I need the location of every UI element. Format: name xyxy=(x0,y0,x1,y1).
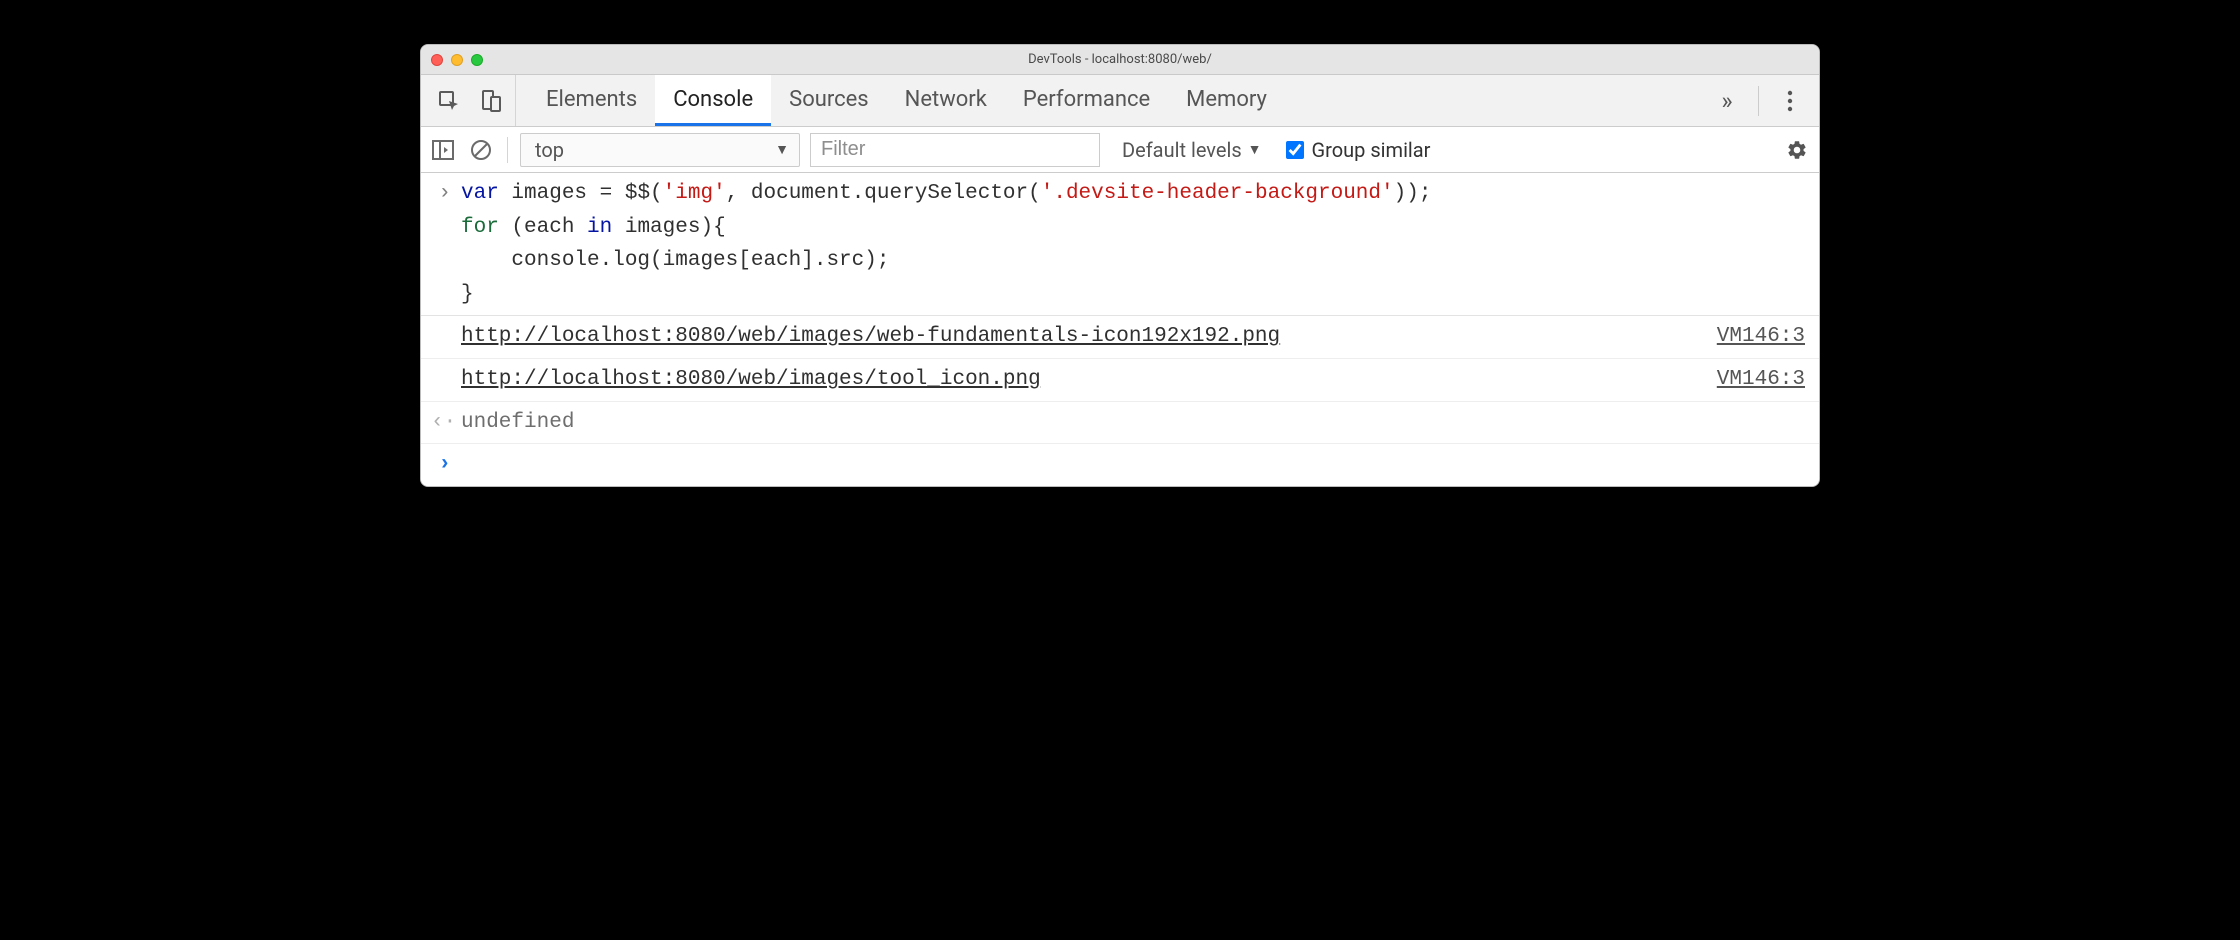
window-minimize-button[interactable] xyxy=(451,54,463,66)
console-log-row: http://localhost:8080/web/images/tool_ic… xyxy=(421,359,1819,402)
execution-context-select[interactable]: top ▼ xyxy=(520,133,800,167)
return-value: undefined xyxy=(461,406,1805,440)
gutter xyxy=(431,320,461,354)
inspect-element-icon[interactable] xyxy=(433,83,465,119)
log-levels-select[interactable]: Default levels ▼ xyxy=(1122,138,1262,162)
log-message: http://localhost:8080/web/images/tool_ic… xyxy=(461,363,1717,397)
gutter xyxy=(431,363,461,397)
separator xyxy=(507,137,508,163)
traffic-lights xyxy=(431,54,483,66)
prompt-marker-icon: › xyxy=(431,448,461,482)
separator xyxy=(1758,86,1759,116)
tabbar-tools xyxy=(429,75,516,126)
console-settings-icon[interactable] xyxy=(1783,136,1811,164)
tab-network[interactable]: Network xyxy=(887,75,1005,126)
window-title: DevTools - localhost:8080/web/ xyxy=(421,52,1819,67)
clear-console-icon[interactable] xyxy=(467,136,495,164)
devtools-window: DevTools - localhost:8080/web/ Elements … xyxy=(420,44,1820,487)
devtools-menu-button[interactable] xyxy=(1773,84,1807,118)
output-marker-icon: ‹· xyxy=(431,406,461,440)
titlebar: DevTools - localhost:8080/web/ xyxy=(421,45,1819,75)
console-prompt[interactable] xyxy=(461,448,1805,482)
tab-elements[interactable]: Elements xyxy=(528,75,655,126)
console-log-area[interactable]: › var images = $$('img', document.queryS… xyxy=(421,173,1819,486)
dropdown-triangle-icon: ▼ xyxy=(775,141,789,158)
console-filter-input[interactable] xyxy=(810,133,1100,167)
log-source-link[interactable]: VM146:3 xyxy=(1717,320,1805,354)
input-marker-icon: › xyxy=(431,177,461,311)
tab-console[interactable]: Console xyxy=(655,75,771,126)
tab-memory[interactable]: Memory xyxy=(1168,75,1285,126)
device-toolbar-icon[interactable] xyxy=(475,83,507,119)
tabbar-right: » xyxy=(1710,75,1811,126)
group-similar-label: Group similar xyxy=(1312,138,1431,162)
toggle-sidebar-icon[interactable] xyxy=(429,136,457,164)
tab-sources[interactable]: Sources xyxy=(771,75,887,126)
console-input-row: › var images = $$('img', document.queryS… xyxy=(421,173,1819,316)
console-toolbar: top ▼ Default levels ▼ Group similar xyxy=(421,127,1819,173)
window-close-button[interactable] xyxy=(431,54,443,66)
log-link[interactable]: http://localhost:8080/web/images/tool_ic… xyxy=(461,368,1041,391)
group-similar-checkbox[interactable] xyxy=(1286,141,1304,159)
console-prompt-row[interactable]: › xyxy=(421,444,1819,486)
log-source-link[interactable]: VM146:3 xyxy=(1717,363,1805,397)
main-tabs: Elements Console Sources Network Perform… xyxy=(528,75,1285,126)
console-log-row: http://localhost:8080/web/images/web-fun… xyxy=(421,316,1819,359)
more-tabs-button[interactable]: » xyxy=(1710,84,1744,118)
group-similar-toggle[interactable]: Group similar xyxy=(1286,138,1431,162)
console-input-code: var images = $$('img', document.querySel… xyxy=(461,177,1805,311)
log-message: http://localhost:8080/web/images/web-fun… xyxy=(461,320,1717,354)
main-tabbar: Elements Console Sources Network Perform… xyxy=(421,75,1819,127)
console-return-row: ‹· undefined xyxy=(421,402,1819,445)
dropdown-triangle-icon: ▼ xyxy=(1248,141,1262,158)
tab-performance[interactable]: Performance xyxy=(1005,75,1168,126)
context-value: top xyxy=(535,138,564,162)
log-link[interactable]: http://localhost:8080/web/images/web-fun… xyxy=(461,325,1280,348)
levels-label: Default levels xyxy=(1122,138,1242,162)
window-zoom-button[interactable] xyxy=(471,54,483,66)
